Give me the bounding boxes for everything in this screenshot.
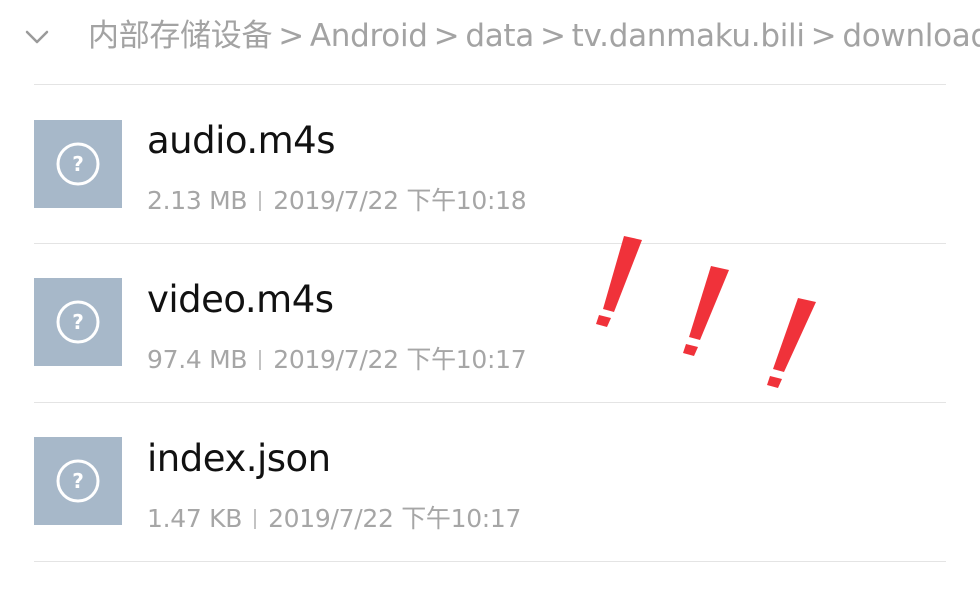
unknown-file-icon: ?: [34, 120, 122, 208]
breadcrumb-separator: >: [539, 18, 566, 54]
breadcrumb-item-android[interactable]: Android: [310, 14, 428, 58]
meta-separator: [259, 350, 262, 370]
unknown-file-icon: ?: [34, 278, 122, 366]
file-size: 97.4 MB: [147, 345, 248, 374]
meta-separator: [254, 509, 257, 529]
svg-text:?: ?: [72, 310, 84, 334]
file-meta: 97.4 MB 2019/7/22 下午10:17: [147, 340, 527, 376]
file-browser: 内部存储设备 > Android > data > tv.danmaku.bili > down…: [0, 0, 980, 612]
unknown-file-icon: ?: [34, 437, 122, 525]
breadcrumb-item-bili[interactable]: tv.danmaku.bili: [572, 14, 805, 58]
file-meta: 2.13 MB 2019/7/22 下午10:18: [147, 181, 527, 217]
chevron-down-icon: [25, 30, 49, 44]
svg-text:?: ?: [72, 152, 84, 176]
question-icon: ?: [56, 459, 100, 503]
collapse-button[interactable]: [20, 20, 54, 54]
file-date: 2019/7/22 下午10:18: [273, 186, 527, 215]
breadcrumb-item-data[interactable]: data: [465, 14, 534, 58]
file-row-index[interactable]: ? index.json 1.47 KB 2019/7/22 下午10:17: [34, 403, 946, 561]
file-name: index.json: [147, 437, 331, 480]
breadcrumb-separator: >: [810, 18, 837, 54]
meta-separator: [259, 191, 262, 211]
file-size: 1.47 KB: [147, 504, 243, 533]
divider: [34, 561, 946, 562]
breadcrumb-item-internal-storage[interactable]: 内部存储设备: [88, 14, 273, 58]
file-date: 2019/7/22 下午10:17: [268, 504, 522, 533]
file-name: video.m4s: [147, 278, 334, 321]
file-size: 2.13 MB: [147, 186, 248, 215]
file-row-audio[interactable]: ? audio.m4s 2.13 MB 2019/7/22 下午10:18: [34, 85, 946, 243]
file-row-video[interactable]: ? video.m4s 97.4 MB 2019/7/22 下午10:17: [34, 244, 946, 402]
breadcrumb-bar: 内部存储设备 > Android > data > tv.danmaku.bili > down…: [0, 0, 980, 70]
file-date: 2019/7/22 下午10:17: [273, 345, 527, 374]
question-icon: ?: [56, 300, 100, 344]
svg-text:?: ?: [72, 469, 84, 493]
breadcrumb-item-download[interactable]: download: [842, 14, 980, 58]
file-meta: 1.47 KB 2019/7/22 下午10:17: [147, 499, 521, 535]
breadcrumb-separator: >: [278, 18, 304, 54]
question-icon: ?: [56, 142, 100, 186]
file-name: audio.m4s: [147, 119, 336, 162]
breadcrumb-separator: >: [433, 18, 460, 54]
breadcrumb: 内部存储设备 > Android > data > tv.danmaku.bili > down…: [88, 14, 980, 58]
